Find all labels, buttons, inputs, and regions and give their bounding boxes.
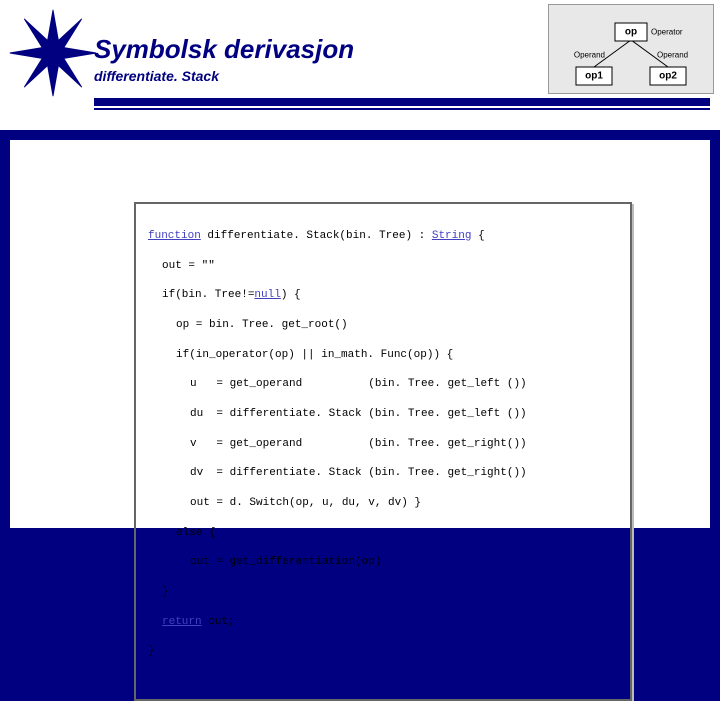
kw-null: null — [254, 289, 280, 301]
divider-thick — [94, 98, 710, 106]
code-l04: op = bin. Tree. get_root() — [176, 319, 348, 331]
code-l14a: out; — [202, 616, 235, 628]
kw-return: return — [162, 616, 202, 628]
star-icon — [8, 8, 98, 98]
tree-root: op — [625, 27, 637, 38]
tree-left: op1 — [585, 71, 603, 82]
tree-left-edge: Operand — [574, 51, 605, 60]
code-l01b: { — [471, 230, 484, 242]
code-l07: du = differentiate. Stack (bin. Tree. ge… — [190, 408, 527, 420]
code-l02: out = "" — [162, 260, 215, 272]
page-subtitle: differentiate. Stack — [94, 68, 219, 84]
page-title: Symbolsk derivasjon — [94, 34, 354, 65]
kw-function: function — [148, 230, 201, 242]
code-l09: dv = differentiate. Stack (bin. Tree. ge… — [190, 467, 527, 479]
code-l06: u = get_operand (bin. Tree. get_left ()) — [190, 378, 527, 390]
code-l03b: ) { — [281, 289, 301, 301]
content-panel: function differentiate. Stack(bin. Tree)… — [10, 140, 710, 528]
divider-thin — [94, 108, 710, 110]
header: Symbolsk derivasjon differentiate. Stack… — [0, 0, 720, 130]
code-l11: else { — [176, 527, 216, 539]
tree-diagram: op Operator Operand Operand op1 op2 — [548, 4, 714, 94]
code-l05: if(in_operator(op) || in_math. Func(op))… — [176, 349, 453, 361]
tree-root-label: Operator — [651, 28, 683, 37]
code-l12: out = get_differentiation(op) — [190, 556, 381, 568]
code-l08: v = get_operand (bin. Tree. get_right()) — [190, 438, 527, 450]
kw-string: String — [432, 230, 472, 242]
tree-right-edge: Operand — [657, 51, 688, 60]
code-l03a: if(bin. Tree!= — [162, 289, 254, 301]
code-l13: } — [162, 586, 169, 598]
code-block: function differentiate. Stack(bin. Tree)… — [134, 202, 632, 701]
code-l15: } — [148, 645, 155, 657]
tree-right: op2 — [659, 71, 677, 82]
code-l01a: differentiate. Stack(bin. Tree) : — [201, 230, 432, 242]
code-l10: out = d. Switch(op, u, du, v, dv) } — [190, 497, 421, 509]
